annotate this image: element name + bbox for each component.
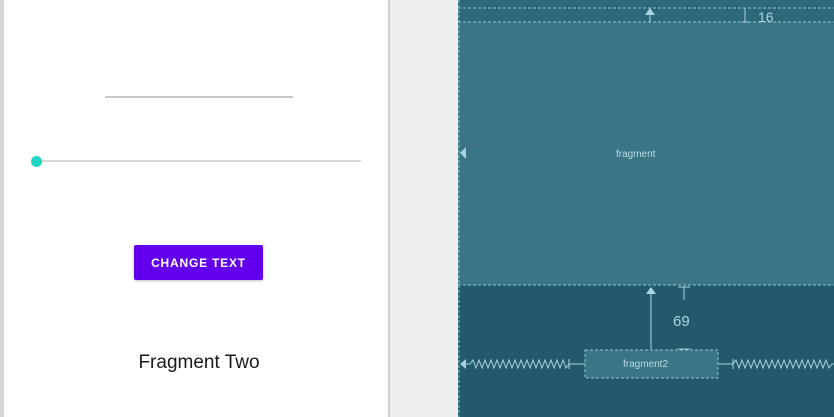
top-margin-value: 16 bbox=[758, 9, 774, 25]
change-text-button[interactable]: CHANGE TEXT bbox=[134, 245, 263, 280]
edit-text-field[interactable] bbox=[105, 96, 293, 98]
seekbar-thumb[interactable] bbox=[31, 156, 42, 167]
fragment2-label: fragment2 bbox=[623, 359, 669, 370]
fragment2-left-spring bbox=[466, 358, 585, 370]
fragment-two-text: Fragment Two bbox=[138, 352, 260, 373]
editor-gutter bbox=[390, 0, 458, 417]
seekbar-track[interactable] bbox=[37, 160, 361, 162]
fragment2-right-spring bbox=[718, 358, 834, 370]
fragment2-top-arrow bbox=[646, 287, 656, 294]
fragment2-left-anchor[interactable] bbox=[460, 359, 466, 369]
blueprint-panel: fragment 16 69 fragment2 bbox=[458, 0, 834, 417]
fragment-label: fragment bbox=[616, 149, 656, 160]
design-preview-panel: CHANGE TEXT Fragment Two bbox=[0, 0, 390, 417]
blueprint-canvas bbox=[458, 0, 834, 417]
top-margin-region bbox=[458, 0, 834, 22]
fragment2-margin-value: 69 bbox=[673, 313, 690, 330]
